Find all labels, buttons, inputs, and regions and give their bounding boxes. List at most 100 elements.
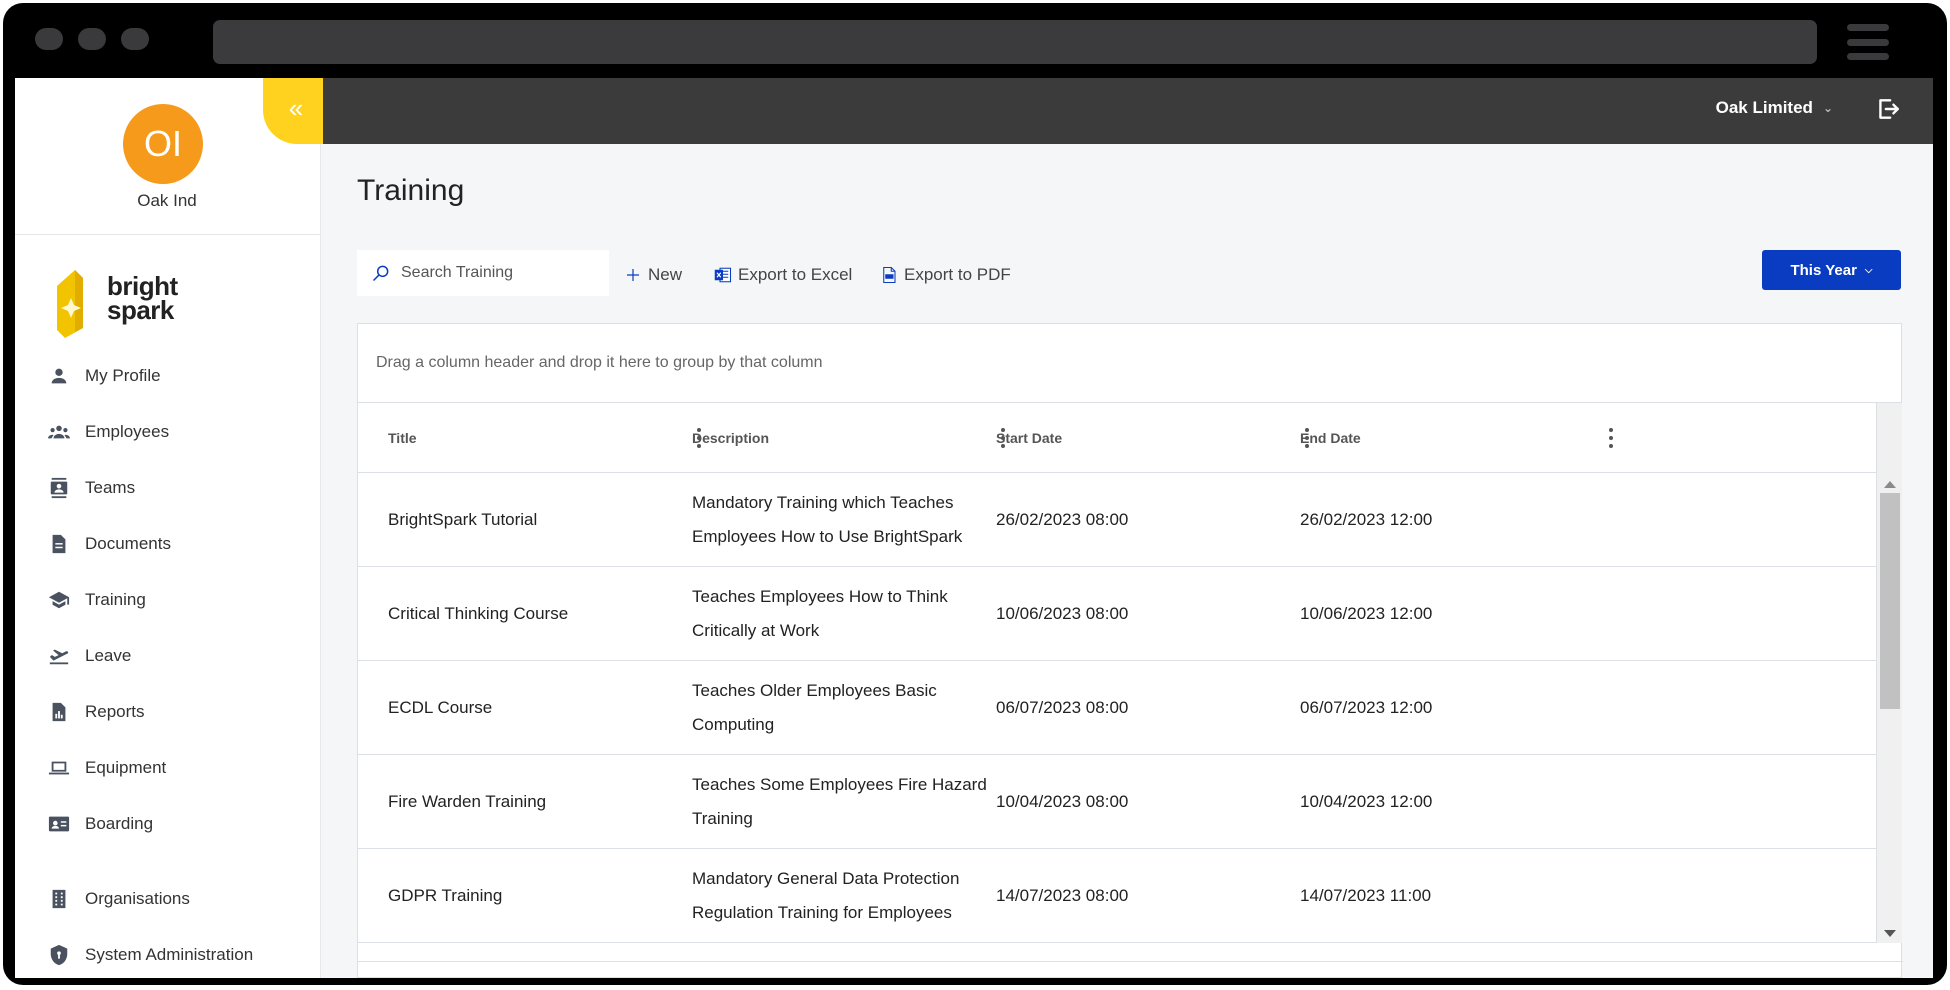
column-header-label: Start Date [996, 430, 1063, 446]
column-header-end-date[interactable]: End Date [1270, 403, 1574, 473]
sidebar-item-label: Documents [85, 534, 171, 553]
group-by-hint: Drag a column header and drop it here to… [376, 354, 823, 371]
sidebar-item-organisations[interactable]: Organisations [15, 879, 321, 919]
export-pdf-label: Export to PDF [904, 265, 1011, 284]
column-header-title[interactable]: Title [358, 403, 662, 473]
building-icon [47, 888, 71, 910]
page-title: Training [357, 174, 465, 207]
cell-description: Teaches Employees How to Think Criticall… [692, 586, 948, 640]
excel-icon [714, 267, 732, 283]
table-row[interactable]: GDPR Training Mandatory General Data Pro… [358, 849, 1876, 943]
cell-description: Teaches Some Employees Fire Hazard Train… [692, 774, 987, 828]
table-row[interactable]: Critical Thinking Course Teaches Employe… [358, 567, 1876, 661]
address-bar[interactable] [213, 20, 1817, 64]
table-row[interactable]: ECDL Course Teaches Older Employees Basi… [358, 661, 1876, 755]
table-row[interactable]: BrightSpark Tutorial Mandatory Training … [358, 473, 1876, 567]
browser-menu-icon[interactable] [1847, 24, 1889, 60]
maximize-window-dot[interactable] [121, 28, 149, 50]
sidebar-item-teams[interactable]: Teams [15, 468, 321, 508]
brightspark-logo[interactable]: bright spark [49, 268, 199, 338]
group-by-panel[interactable]: Drag a column header and drop it here to… [358, 324, 1901, 403]
cell-title: GDPR Training [388, 885, 503, 905]
sidebar-item-my-profile[interactable]: My Profile [15, 356, 321, 396]
table-row[interactable]: Fire Warden Training Teaches Some Employ… [358, 755, 1876, 849]
scroll-up-arrow-icon[interactable] [1884, 481, 1896, 488]
period-filter-button[interactable]: This Year ⌵ [1762, 250, 1901, 290]
grid-header-row: Title Description Start Date End Date [358, 403, 1876, 473]
cell-end-date: 10/04/2023 12:00 [1300, 791, 1433, 811]
column-header-description[interactable]: Description [662, 403, 966, 473]
sidebar-item-label: Equipment [85, 758, 167, 777]
school-icon [47, 589, 71, 611]
cell-end-date: 10/06/2023 12:00 [1300, 603, 1433, 623]
sidebar-item-equipment[interactable]: Equipment [15, 748, 321, 788]
people-icon [47, 421, 71, 443]
report-icon [47, 701, 71, 723]
vertical-scrollbar[interactable] [1876, 403, 1902, 943]
sidebar-item-employees[interactable]: Employees [15, 412, 321, 452]
sidebar-item-label: Reports [85, 702, 145, 721]
sidebar-item-label: System Administration [85, 945, 254, 964]
scroll-down-arrow-icon[interactable] [1884, 930, 1896, 937]
period-filter-label: This Year [1790, 261, 1857, 279]
cell-title: ECDL Course [388, 697, 493, 717]
close-window-dot[interactable] [35, 28, 63, 50]
cell-end-date: 26/02/2023 12:00 [1300, 509, 1433, 529]
scrollbar-thumb[interactable] [1880, 493, 1900, 709]
company-name: Oak Limited [1715, 98, 1813, 117]
minimize-window-dot[interactable] [78, 28, 106, 50]
sidebar-item-leave[interactable]: Leave [15, 636, 321, 676]
cell-start-date: 06/07/2023 08:00 [996, 697, 1129, 717]
sidebar-item-label: Training [85, 590, 146, 609]
search-icon [372, 265, 389, 282]
sidebar-item-label: My Profile [85, 366, 161, 385]
cell-description: Teaches Older Employees Basic Computing [692, 680, 937, 734]
window-controls [35, 28, 149, 50]
cell-description: Mandatory General Data Protection Regula… [692, 868, 960, 922]
brightspark-logo-icon [57, 270, 83, 338]
sidebar-item-training[interactable]: Training [15, 580, 321, 620]
grid-footer-divider [358, 961, 1903, 962]
export-pdf-button[interactable]: Export to PDF [880, 265, 1011, 285]
column-header-label: Title [388, 430, 417, 446]
export-excel-button[interactable]: Export to Excel [714, 265, 852, 285]
chevron-down-icon: ⌵ [1864, 264, 1873, 276]
top-bar: Oak Limited ⌄ [321, 78, 1933, 144]
sidebar-divider [15, 234, 321, 235]
sidebar-item-documents[interactable]: Documents [15, 524, 321, 564]
org-avatar[interactable]: OI [123, 104, 203, 184]
grid-body: BrightSpark Tutorial Mandatory Training … [358, 473, 1876, 943]
plane-icon [47, 645, 71, 667]
column-header-start-date[interactable]: Start Date [966, 403, 1270, 473]
cell-description: Mandatory Training which Teaches Employe… [692, 492, 963, 546]
column-menu-icon[interactable] [1608, 428, 1614, 448]
logout-icon[interactable] [1875, 96, 1901, 122]
shield-icon [47, 944, 71, 966]
id-card-icon [47, 813, 71, 835]
sidebar-item-label: Employees [85, 422, 170, 441]
sidebar-item-label: Teams [85, 478, 136, 497]
cell-start-date: 10/06/2023 08:00 [996, 603, 1129, 623]
search-box[interactable] [357, 250, 609, 296]
double-chevron-left-icon: « [288, 92, 304, 123]
new-button-label: New [648, 265, 683, 284]
cell-title: Fire Warden Training [388, 791, 547, 811]
new-button[interactable]: New [624, 265, 682, 285]
sidebar-item-boarding[interactable]: Boarding [15, 804, 321, 844]
brand-line-2: spark [107, 295, 174, 325]
cell-end-date: 06/07/2023 12:00 [1300, 697, 1433, 717]
export-excel-label: Export to Excel [738, 265, 853, 284]
cell-end-date: 14/07/2023 11:00 [1300, 885, 1432, 905]
cell-start-date: 10/04/2023 08:00 [996, 791, 1129, 811]
sidebar-item-reports[interactable]: Reports [15, 692, 321, 732]
search-input[interactable] [401, 264, 591, 282]
org-name: Oak Ind [137, 191, 197, 210]
company-selector[interactable]: Oak Limited ⌄ [1716, 98, 1833, 118]
column-header-label: Description [692, 430, 770, 446]
sidebar-item-label: Organisations [85, 889, 190, 908]
sidebar-item-system-administration[interactable]: System Administration [15, 935, 321, 975]
person-icon [47, 365, 71, 387]
cell-title: BrightSpark Tutorial [388, 509, 538, 529]
document-icon [47, 533, 71, 555]
column-header-label: End Date [1300, 430, 1361, 446]
